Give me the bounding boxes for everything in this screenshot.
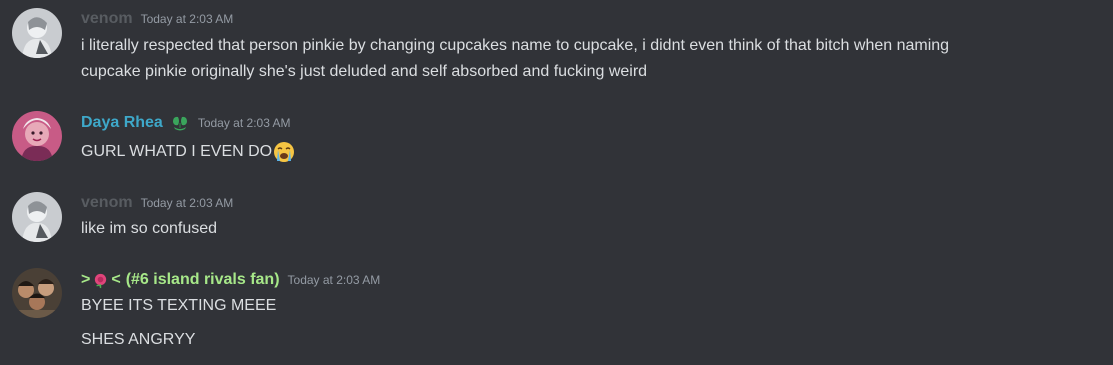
message-text: GURL WHATD I EVEN DO	[81, 143, 273, 160]
message-text: SHES ANGRYY	[81, 331, 196, 348]
message-text: cupcake pinkie originally she's just del…	[81, 63, 648, 80]
username[interactable]: venom	[81, 10, 133, 28]
timestamp: Today at 2:03 AM	[140, 196, 234, 210]
message-text: BYEE ITS TEXTING MEEE	[81, 297, 277, 314]
leaf-badge-icon[interactable]	[170, 114, 190, 132]
timestamp: Today at 2:03 AM	[140, 12, 234, 26]
loudly-crying-face-emoji	[274, 141, 295, 162]
username-suffix[interactable]: ˂	[111, 271, 120, 289]
avatar-venom-image	[12, 8, 62, 58]
avatar-island-rivals-fan-image	[12, 268, 62, 318]
timestamp: Today at 2:03 AM	[287, 273, 381, 287]
avatar-daya-rhea-image	[12, 111, 62, 161]
username[interactable]: Daya Rhea	[81, 114, 163, 132]
rose-icon	[95, 273, 107, 288]
message-text: i literally respected that person pinkie…	[81, 37, 950, 54]
avatar-island-rivals-fan[interactable]	[12, 268, 62, 318]
username[interactable]: (#6 island rivals fan)	[126, 271, 280, 289]
username-prefix[interactable]: ˃	[81, 271, 90, 289]
timestamp: Today at 2:03 AM	[197, 116, 291, 130]
avatar-venom[interactable]	[12, 8, 62, 58]
avatar-venom-image	[12, 192, 62, 242]
username[interactable]: venom	[81, 194, 133, 212]
message-line: GURL WHATD I EVEN DO	[81, 140, 1099, 163]
avatar-daya-rhea[interactable]	[12, 111, 62, 161]
avatar-venom[interactable]	[12, 192, 62, 242]
message-text: like im so confused	[81, 220, 218, 237]
